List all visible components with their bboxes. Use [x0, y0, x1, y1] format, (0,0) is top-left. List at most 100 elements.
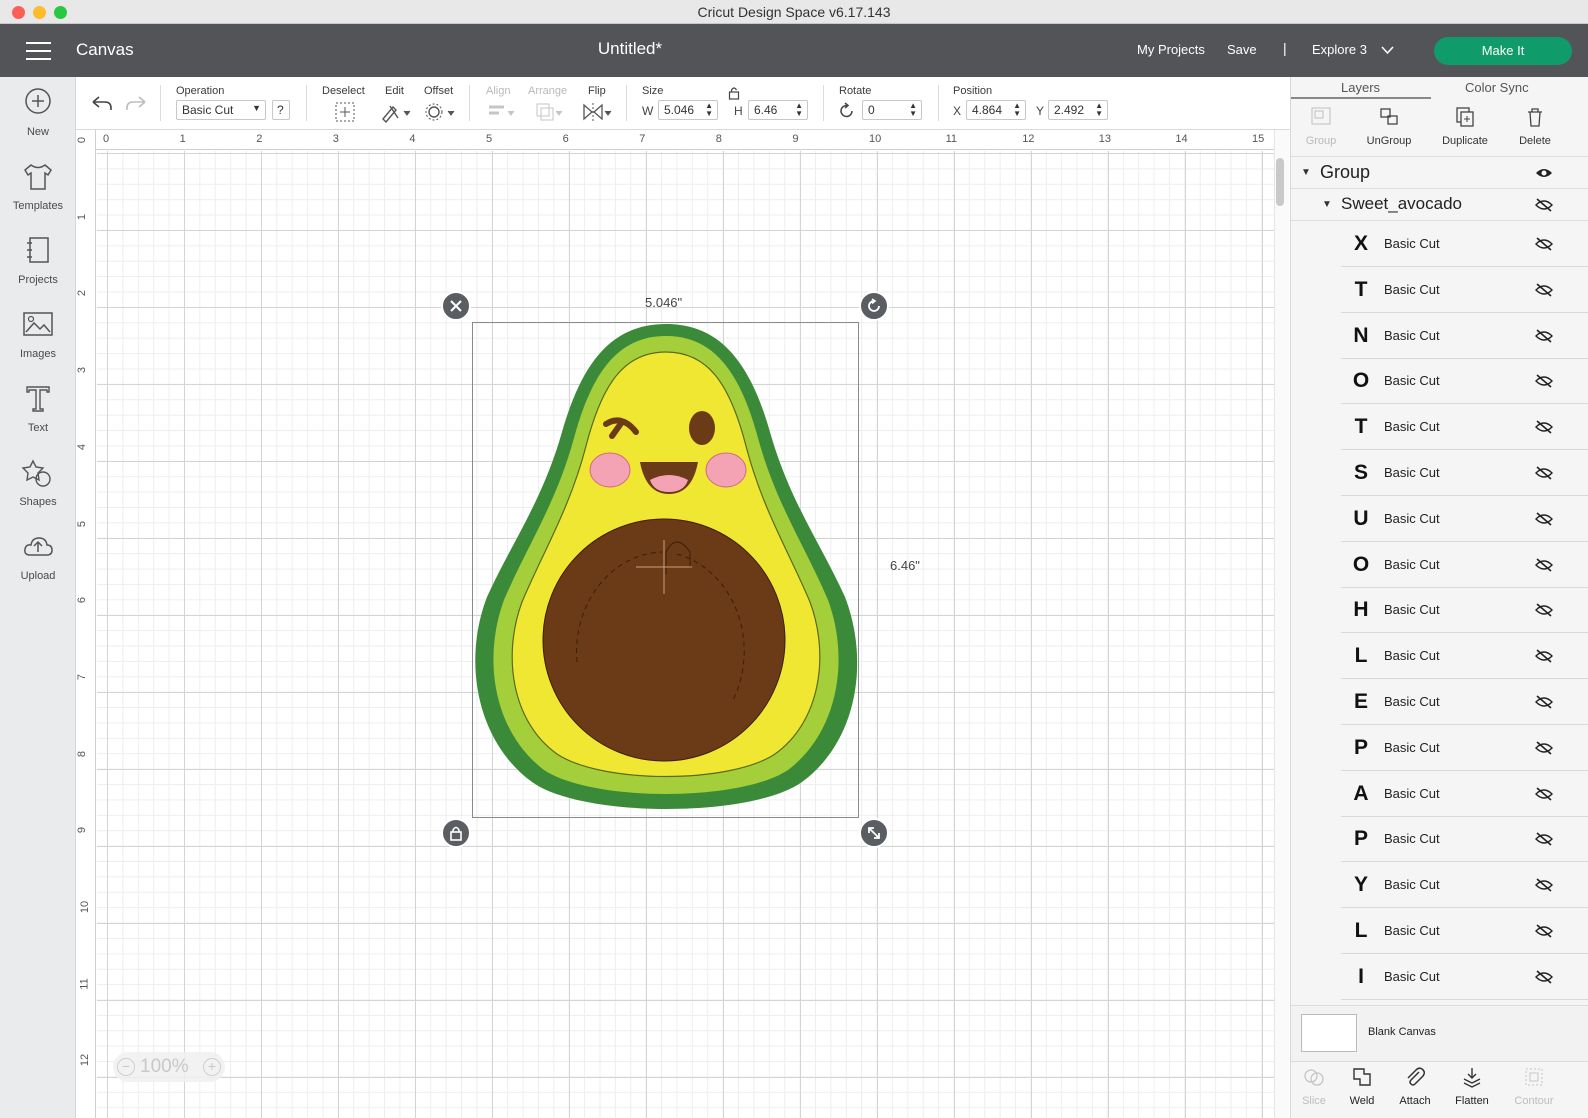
layer-row[interactable]: E Basic Cut [1341, 679, 1588, 725]
x-input[interactable]: 4.864 ▲ ▼ [966, 100, 1026, 120]
eye-hidden-icon[interactable] [1535, 924, 1553, 938]
width-input[interactable]: 5.046 ▲ ▼ [658, 100, 718, 120]
chevron-down-icon[interactable] [1381, 46, 1394, 55]
eye-hidden-icon[interactable] [1535, 695, 1553, 709]
canvas-scrollbar[interactable] [1276, 158, 1284, 206]
eye-hidden-icon[interactable] [1535, 832, 1553, 846]
undo-icon[interactable] [90, 93, 114, 113]
layer-row[interactable]: P Basic Cut [1341, 725, 1588, 771]
eye-hidden-icon[interactable] [1535, 649, 1553, 663]
ruler-tick-label: 1 [179, 133, 186, 145]
align-label: Align [486, 85, 511, 97]
sidebar-item-shapes[interactable]: Shapes [0, 457, 76, 508]
y-input[interactable]: 2.492 ▲ ▼ [1048, 100, 1108, 120]
eye-hidden-icon[interactable] [1535, 466, 1553, 480]
flip-icon[interactable] [581, 101, 613, 123]
eye-hidden-icon[interactable] [1535, 970, 1553, 984]
eye-hidden-icon[interactable] [1535, 237, 1553, 251]
paperclip-icon [1407, 1067, 1426, 1086]
stepper-icon[interactable]: ▲ ▼ [909, 102, 917, 118]
resize-handle[interactable] [859, 818, 889, 848]
sidebar-item-text[interactable]: Text [0, 383, 76, 434]
canvas-swatch[interactable] [1301, 1014, 1357, 1052]
ungroup-button[interactable]: UnGroup [1354, 106, 1424, 147]
layer-row[interactable]: T Basic Cut [1341, 267, 1588, 313]
eye-hidden-icon[interactable] [1535, 374, 1553, 388]
layer-row[interactable]: U Basic Cut [1341, 496, 1588, 542]
layer-row[interactable]: P Basic Cut [1341, 816, 1588, 863]
help-button[interactable]: ? [272, 100, 290, 120]
eye-icon[interactable] [1535, 166, 1553, 180]
eye-hidden-icon[interactable] [1535, 741, 1553, 755]
rotate-handle[interactable] [859, 291, 889, 321]
machine-select[interactable]: Explore 3 [1312, 42, 1367, 57]
sidebar-item-projects[interactable]: Projects [0, 235, 76, 286]
document-title[interactable]: Untitled* [560, 39, 700, 59]
zoom-in-button[interactable]: + [203, 1058, 221, 1076]
tab-layers[interactable]: Layers [1341, 80, 1380, 95]
layer-row[interactable]: A Basic Cut [1341, 771, 1588, 817]
menu-icon[interactable] [26, 42, 51, 60]
ruler-tick-label: 7 [639, 133, 646, 145]
group-button[interactable]: Group [1286, 106, 1356, 147]
layer-row[interactable]: H Basic Cut [1341, 587, 1588, 634]
tab-color-sync[interactable]: Color Sync [1465, 80, 1529, 95]
layer-row[interactable]: O Basic Cut [1341, 542, 1588, 588]
layer-row[interactable]: L Basic Cut [1341, 633, 1588, 680]
layer-row[interactable]: X Basic Cut [1341, 221, 1588, 267]
stepper-icon[interactable]: ▲ ▼ [1013, 102, 1021, 118]
my-projects-link[interactable]: My Projects [1137, 42, 1205, 57]
lock-icon[interactable] [728, 86, 740, 100]
flatten-button[interactable]: Flatten [1446, 1066, 1498, 1107]
make-it-button[interactable]: Make It [1434, 37, 1572, 65]
layer-row[interactable]: S Basic Cut [1341, 450, 1588, 496]
duplicate-button[interactable]: Duplicate [1430, 106, 1500, 147]
zoom-out-button[interactable]: − [117, 1058, 135, 1076]
weld-button[interactable]: Weld [1336, 1066, 1388, 1107]
layer-row[interactable]: T Basic Cut [1341, 404, 1588, 451]
expand-triangle-icon[interactable]: ▼ [1301, 167, 1311, 178]
layer-row[interactable]: L Basic Cut [1341, 908, 1588, 954]
redo-icon[interactable] [124, 93, 148, 113]
eye-hidden-icon[interactable] [1535, 786, 1553, 801]
expand-triangle-icon[interactable]: ▼ [1322, 199, 1332, 210]
sidebar-item-new[interactable]: New [0, 87, 76, 138]
cloud-upload-icon [24, 537, 53, 556]
eye-hidden-icon[interactable] [1535, 198, 1553, 212]
stepper-icon[interactable]: ▲ ▼ [1095, 102, 1103, 118]
arrange-icon[interactable] [534, 101, 564, 123]
eye-hidden-icon[interactable] [1535, 603, 1553, 617]
eye-hidden-icon[interactable] [1535, 557, 1553, 572]
sidebar-item-templates[interactable]: Templates [0, 161, 76, 212]
attach-button[interactable]: Attach [1389, 1066, 1441, 1107]
operation-select[interactable]: Basic Cut ▼ [176, 100, 266, 120]
eye-hidden-icon[interactable] [1535, 512, 1553, 526]
deselect-icon[interactable] [334, 101, 356, 123]
layer-row[interactable]: Y Basic Cut [1341, 862, 1588, 909]
contour-button[interactable]: Contour [1508, 1066, 1560, 1107]
height-input[interactable]: 6.46 ▲ ▼ [748, 100, 808, 120]
sidebar-item-upload[interactable]: Upload [0, 531, 76, 582]
stepper-icon[interactable]: ▲ ▼ [705, 102, 713, 118]
stepper-icon[interactable]: ▲ ▼ [795, 102, 803, 118]
eye-hidden-icon[interactable] [1535, 878, 1553, 892]
eye-hidden-icon[interactable] [1535, 420, 1553, 434]
slice-button[interactable]: Slice [1288, 1066, 1340, 1107]
sidebar-item-images[interactable]: Images [0, 309, 76, 360]
offset-icon[interactable] [424, 101, 456, 123]
save-button[interactable]: Save [1227, 42, 1257, 57]
delete-button[interactable]: Delete [1500, 106, 1570, 147]
eye-hidden-icon[interactable] [1535, 283, 1553, 297]
layer-row[interactable]: O Basic Cut [1341, 358, 1588, 405]
lock-handle[interactable] [441, 818, 471, 848]
align-icon[interactable] [486, 101, 516, 123]
layer-group-row[interactable]: ▼ Group [1291, 157, 1588, 189]
layer-subgroup-row[interactable]: ▼ Sweet_avocado [1291, 189, 1588, 221]
eye-hidden-icon[interactable] [1535, 328, 1553, 343]
edit-tools-icon[interactable] [380, 101, 412, 123]
layer-row[interactable]: N Basic Cut [1341, 313, 1588, 359]
layer-row[interactable]: I Basic Cut [1341, 954, 1588, 1000]
rotate-input[interactable]: 0 ▲ ▼ [862, 100, 922, 120]
delete-handle[interactable] [441, 291, 471, 321]
blank-canvas-row[interactable]: Blank Canvas [1291, 1005, 1588, 1061]
